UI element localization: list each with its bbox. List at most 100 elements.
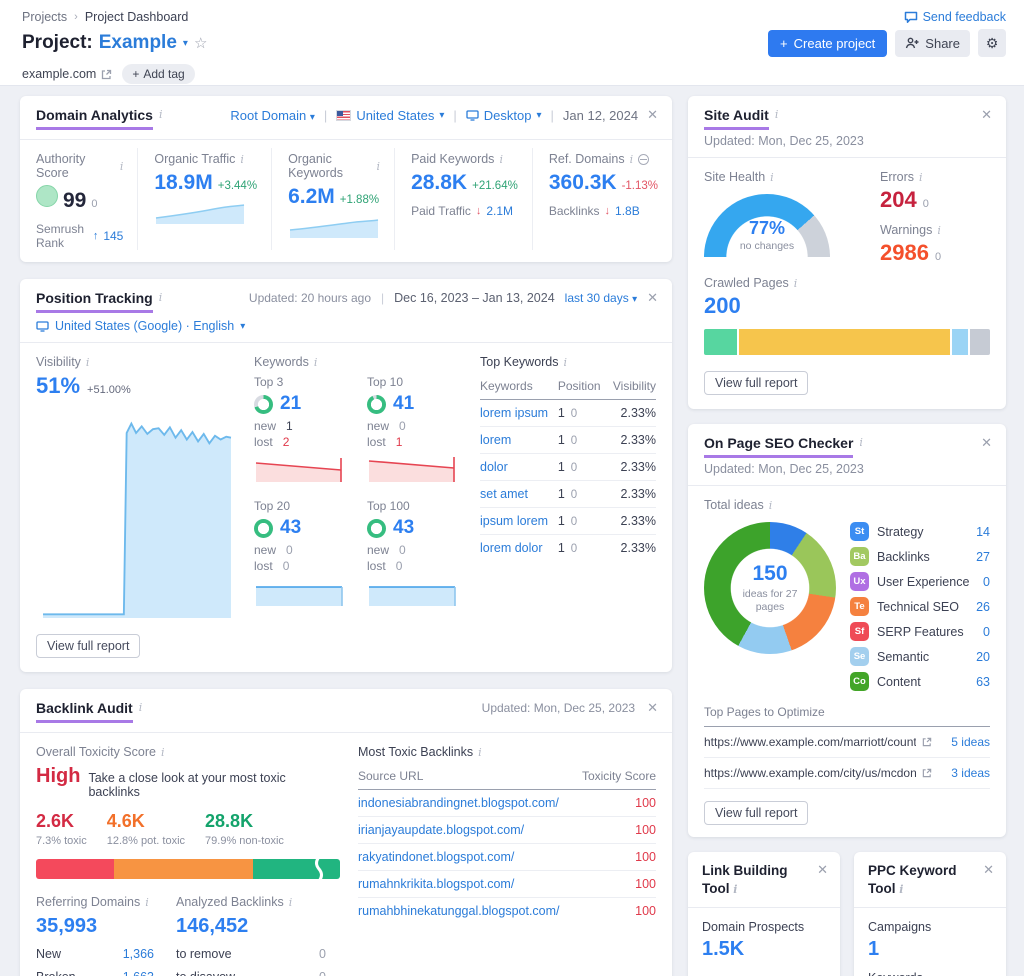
organic-traffic-value[interactable]: 18.9M xyxy=(154,171,212,195)
chevron-down-icon[interactable]: ▾ xyxy=(183,38,188,49)
table-row: lorem dolor 10 2.33% xyxy=(480,535,656,562)
organic-keywords-value[interactable]: 6.2M xyxy=(288,185,335,209)
non-toxic-metric: 28.8K 79.9% non-toxic xyxy=(205,811,284,847)
keyword-link[interactable]: lorem xyxy=(480,433,511,447)
progress-ring-icon xyxy=(367,395,386,414)
updated-label: Updated: Mon, Dec 25, 2023 xyxy=(704,462,992,476)
updated-label: Updated: Mon, Dec 25, 2023 xyxy=(482,701,635,715)
table-row: rumahbhinekatunggal.blogspot.com/ 100 xyxy=(358,898,656,925)
ref-domains-value[interactable]: 360.3K xyxy=(549,171,617,195)
date-label: Jan 12, 2024 xyxy=(563,108,638,123)
device-dropdown[interactable]: Desktop ▾ xyxy=(466,108,542,123)
close-icon[interactable]: ✕ xyxy=(817,862,828,899)
technical-seo-badge-icon: Te xyxy=(850,597,869,616)
external-link-icon[interactable] xyxy=(922,768,932,778)
keyword-link[interactable]: set amet xyxy=(480,487,528,501)
column-header-source-url: Source URL xyxy=(358,765,576,790)
share-button[interactable]: Share xyxy=(895,30,970,57)
close-icon[interactable]: ✕ xyxy=(983,862,994,899)
warnings-value[interactable]: 2986 xyxy=(880,240,929,266)
domain-prospects-value[interactable]: 1.5K xyxy=(702,938,826,961)
backlink-url-link[interactable]: irianjayaupdate.blogspot.com/ xyxy=(358,823,524,837)
keywords-label: Keywords xyxy=(868,971,992,976)
backlink-audit-widget: Backlink Audit i Updated: Mon, Dec 25, 2… xyxy=(20,689,672,976)
progress-ring-icon xyxy=(367,519,386,538)
us-flag-icon xyxy=(336,110,351,121)
progress-ring-icon xyxy=(254,519,273,538)
view-full-report-button[interactable]: View full report xyxy=(704,801,808,825)
create-project-button[interactable]: + Create project xyxy=(768,30,887,57)
backlink-url-link[interactable]: rumahbhinekatunggal.blogspot.com/ xyxy=(358,904,560,918)
campaigns-value[interactable]: 1 xyxy=(868,938,992,961)
favorite-star-icon[interactable]: ☆ xyxy=(194,34,207,52)
info-icon: i xyxy=(120,159,124,173)
ux-badge-icon: Ux xyxy=(850,572,869,591)
backlinks-badge-icon: Ba xyxy=(850,547,869,566)
metric-authority-score: Authority Scorei 99 0 Semrush Rank ↑ 145 xyxy=(20,148,137,250)
chevron-down-icon: ▾ xyxy=(632,294,637,305)
backlink-url-link[interactable]: rakyatindonet.blogspot.com/ xyxy=(358,850,514,864)
toxicity-score: High xyxy=(36,765,80,788)
metric-ref-domains: Ref. Domainsi 360.3K -1.13% Backlinks ↓ … xyxy=(532,148,672,250)
info-icon: i xyxy=(240,152,244,166)
table-row: lorem 10 2.33% xyxy=(480,427,656,454)
backlink-url-link[interactable]: rumahnkrikita.blogspot.com/ xyxy=(358,877,514,891)
keyword-link[interactable]: dolor xyxy=(480,460,508,474)
column-header-visibility: Visibility xyxy=(607,375,656,400)
speech-bubble-icon xyxy=(904,11,918,24)
scope-dropdown[interactable]: Root Domain ▾ xyxy=(230,108,315,123)
widget-title-backlink-audit: Backlink Audit xyxy=(36,700,133,723)
project-label: Project: xyxy=(22,32,93,54)
authority-score-circle-icon xyxy=(36,185,58,207)
keyword-link[interactable]: lorem ipsum xyxy=(480,406,548,420)
range-selector-dropdown[interactable]: last 30 days ▾ xyxy=(565,291,637,305)
chevron-down-icon: ▾ xyxy=(439,110,444,121)
most-toxic-backlinks-block: Most Toxic Backlinksi Source URL Toxicit… xyxy=(358,745,656,976)
pot-toxic-metric: 4.6K 12.8% pot. toxic xyxy=(107,811,185,847)
breadcrumb-projects[interactable]: Projects xyxy=(22,10,67,24)
list-item: https://www.example.com/city/us/mcdonou.… xyxy=(704,758,990,789)
send-feedback-link[interactable]: Send feedback xyxy=(904,10,1006,24)
country-dropdown[interactable]: United States ▾ xyxy=(336,108,444,123)
locale-dropdown[interactable]: United States (Google) · English ▾ xyxy=(36,319,245,333)
close-icon[interactable]: ✕ xyxy=(981,435,992,451)
top3-sparkline xyxy=(254,454,346,484)
info-icon: i xyxy=(630,152,634,166)
close-icon[interactable]: ✕ xyxy=(981,107,992,123)
keyword-link[interactable]: lorem dolor xyxy=(480,541,543,555)
add-tag-button[interactable]: + Add tag xyxy=(122,64,194,84)
legend-item-semantic: SeSemantic20 xyxy=(850,647,990,666)
info-icon: i xyxy=(770,170,774,184)
column-header-toxicity-score: Toxicity Score xyxy=(576,765,656,790)
project-name-dropdown[interactable]: Example xyxy=(99,32,177,54)
keyword-link[interactable]: ipsum lorem xyxy=(480,514,548,528)
breadcrumb: Projects › Project Dashboard xyxy=(22,10,188,24)
close-icon[interactable]: ✕ xyxy=(647,700,658,716)
metric-paid-keywords: Paid Keywordsi 28.8K +21.64% Paid Traffi… xyxy=(394,148,532,250)
info-icon: i xyxy=(159,290,163,304)
close-icon[interactable]: ✕ xyxy=(647,290,658,306)
legend-item-backlinks: BaBacklinks27 xyxy=(850,547,990,566)
info-icon: i xyxy=(733,882,737,896)
external-link-icon[interactable] xyxy=(922,737,932,747)
errors-value[interactable]: 204 xyxy=(880,187,917,213)
project-domain: example.com xyxy=(22,67,96,81)
legend-item-user-experience: UxUser Experience0 xyxy=(850,572,990,591)
ideas-link[interactable]: 5 ideas xyxy=(951,735,990,749)
backlink-url-link[interactable]: indonesiabrandingnet.blogspot.com/ xyxy=(358,796,559,810)
most-toxic-table: Source URL Toxicity Score indonesiabrand… xyxy=(358,765,656,924)
top-bar: Projects › Project Dashboard Send feedba… xyxy=(0,0,1024,86)
close-icon[interactable]: ✕ xyxy=(647,107,658,123)
settings-gear-button[interactable]: ⚙ xyxy=(978,29,1006,57)
paid-keywords-value[interactable]: 28.8K xyxy=(411,171,467,195)
view-full-report-button[interactable]: View full report xyxy=(704,371,808,395)
ideas-link[interactable]: 3 ideas xyxy=(951,766,990,780)
project-domain-link[interactable]: example.com xyxy=(22,67,112,81)
site-health-gauge: 77% no changes xyxy=(704,194,830,258)
send-feedback-label: Send feedback xyxy=(923,10,1006,24)
info-icon: i xyxy=(159,107,163,121)
view-full-report-button[interactable]: View full report xyxy=(36,634,140,658)
keyword-group-top3: Top 3 21 new1 lost2 xyxy=(254,375,353,489)
table-row: indonesiabrandingnet.blogspot.com/ 100 xyxy=(358,790,656,817)
top-keywords-table: Keywords Position Visibility lorem ipsum… xyxy=(480,375,656,561)
